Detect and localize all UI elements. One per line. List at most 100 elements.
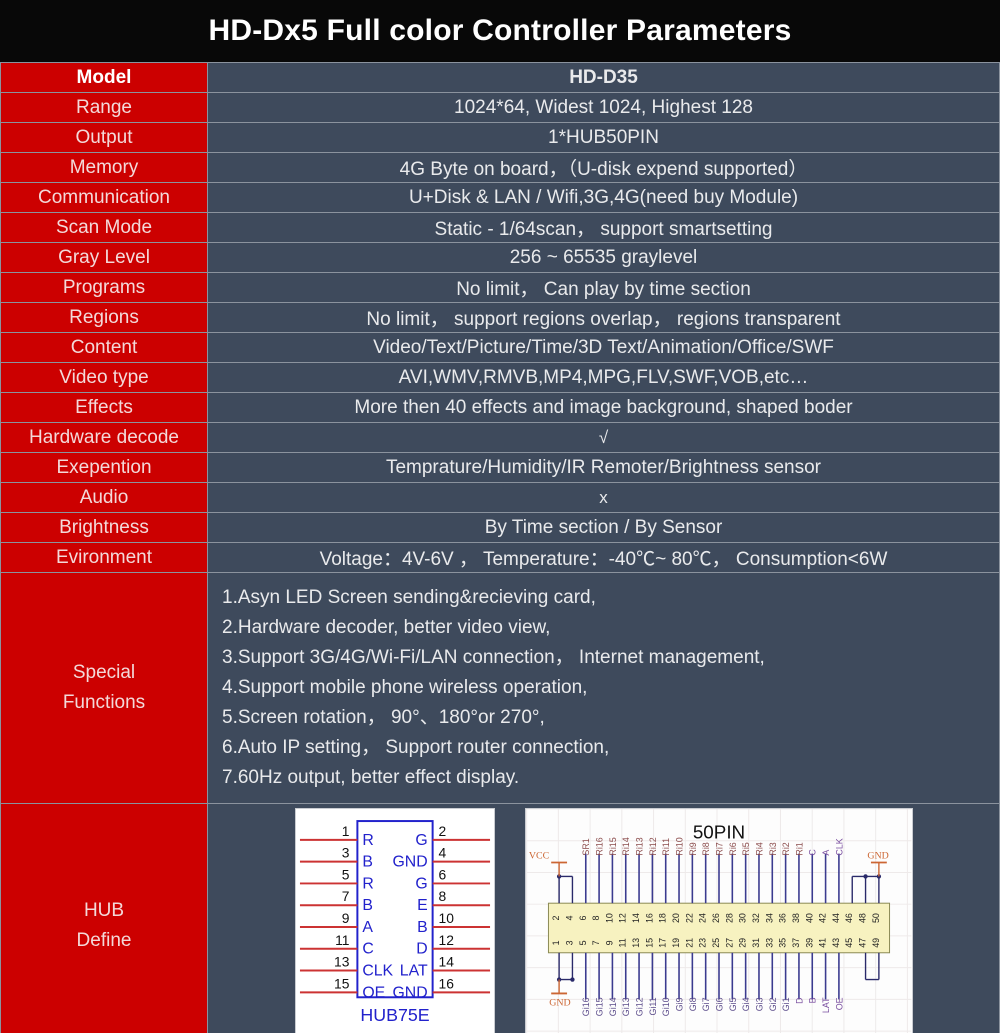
hub50pin-even-number: 16	[644, 913, 654, 923]
spec-label: Scan Mode	[0, 212, 208, 243]
hub50pin-caption: 50PIN	[692, 822, 744, 843]
spec-value: Voltage：4V-6V ， Temperature：-40℃~ 80℃， C…	[207, 542, 1000, 573]
hub50pin-top-label: Ri13	[634, 837, 644, 855]
special-functions-row: Special Functions 1.Asyn LED Screen sendin…	[0, 572, 1000, 804]
hub50pin-even-number: 12	[617, 913, 627, 923]
spec-value: 4G Byte on board，（U-disk expend supporte…	[207, 152, 1000, 183]
hub50pin-bottom-label: Gi10	[661, 997, 671, 1016]
spec-value: HD-D35	[207, 62, 1000, 93]
hub50pin-odd-number: 29	[737, 938, 747, 948]
hub50pin-odd-number: 21	[684, 938, 694, 948]
table-row: Scan Mode Static - 1/64scan， support smar…	[0, 212, 1000, 243]
hub50pin-even-number: 10	[604, 913, 614, 923]
hub-define-label: HUB Define	[0, 803, 208, 1033]
hub50pin-top-label: Ri2	[781, 842, 791, 855]
hub50pin-top-label: Ri10	[674, 837, 684, 855]
spec-label: Communication	[0, 182, 208, 213]
hub50pin-top-label: Ri5	[741, 842, 751, 855]
spec-value: 1*HUB50PIN	[207, 122, 1000, 153]
hub75e-right-pin-label: G	[415, 832, 427, 849]
hub50pin-gnd-bottom-label: GND	[549, 997, 570, 1008]
spec-label: Video type	[0, 362, 208, 393]
hub50pin-gnd-top-label: GND	[867, 851, 888, 862]
hub75e-left-pin-label: R	[362, 875, 373, 892]
hub50pin-bottom-label: OE	[834, 997, 844, 1010]
controller-parameters-page: HD-Dx5 Full color Controller Parameters …	[0, 0, 1000, 1033]
table-row: Output 1*HUB50PIN	[0, 122, 1000, 153]
hub50pin-bottom-label: Gi4	[741, 997, 751, 1011]
hub75e-right-pin-number: 16	[438, 975, 454, 991]
hub50pin-odd-number: 43	[830, 938, 840, 948]
hub75e-left-pin-number: 11	[335, 932, 350, 948]
spec-value: Video/Text/Picture/Time/3D Text/Animatio…	[207, 332, 1000, 363]
special-functions-item: 1.Asyn LED Screen sending&recieving card…	[222, 587, 596, 608]
hub50pin-odd-number: 41	[817, 938, 827, 948]
hub75e-left-pin-number: 3	[341, 845, 349, 861]
hub75e-right-pin-number: 12	[438, 932, 454, 948]
hub50pin-odd-number: 49	[870, 938, 880, 948]
hub50pin-even-number: 26	[711, 913, 721, 923]
hub50pin-bottom-label: B	[807, 997, 817, 1003]
hub50pin-diagram: 50PIN21436587109121114131615181720192221…	[524, 808, 913, 1033]
table-row: Range 1024*64, Widest 1024, Highest 128	[0, 92, 1000, 123]
hub50pin-odd-number: 3	[564, 940, 574, 945]
hub50pin-odd-number: 39	[804, 938, 814, 948]
hub50pin-odd-number: 25	[711, 938, 721, 948]
table-row: Model HD-D35	[0, 62, 1000, 93]
spec-value: 256 ~ 65535 graylevel	[207, 242, 1000, 273]
special-functions-item: 6.Auto IP setting， Support router connec…	[222, 737, 610, 758]
hub50pin-bottom-label: Gi15	[594, 997, 604, 1016]
table-row: Audio x	[0, 482, 1000, 513]
special-functions-list: 1.Asyn LED Screen sending&recieving card…	[207, 572, 1000, 804]
hub50pin-bottom-label: Gi11	[647, 997, 657, 1015]
special-functions-item: 5.Screen rotation， 90°、180°or 270°,	[222, 707, 545, 728]
hub50pin-even-number: 50	[870, 913, 880, 923]
spec-label: Audio	[0, 482, 208, 513]
table-row: Memory 4G Byte on board，（U-disk expend su…	[0, 152, 1000, 183]
hub-define-row: HUB Define 1 R 2 G 3 B 4 GND 5 R 6 G 7 B 8 E 9 A 10 B 11 C 12 D 13…	[0, 803, 1000, 1033]
hub50pin-top-label: Ri16	[594, 837, 604, 855]
hub50pin-even-number: 28	[724, 913, 734, 923]
spec-label: Gray Level	[0, 242, 208, 273]
hub50pin-bottom-label: Gi6	[714, 997, 724, 1011]
spec-value: x	[207, 482, 1000, 513]
hub50pin-even-number: 42	[817, 913, 827, 923]
hub50pin-odd-number: 7	[591, 940, 601, 945]
hub50pin-even-number: 46	[844, 913, 854, 923]
hub75e-right-pin-number: 14	[438, 954, 454, 970]
hub50pin-even-number: 38	[790, 913, 800, 923]
hub50pin-even-number: 48	[857, 913, 867, 923]
spec-label: Model	[0, 62, 208, 93]
hub75e-right-pin-label: E	[417, 897, 428, 914]
page-title: HD-Dx5 Full color Controller Parameters	[208, 14, 792, 47]
table-row: Hardware decode √	[0, 422, 1000, 453]
hub50pin-top-label: Ri11	[661, 838, 671, 856]
hub50pin-top-label: Ri6	[727, 842, 737, 855]
hub75e-left-pin-number: 7	[341, 888, 349, 904]
hub50pin-top-label: CLK	[834, 838, 844, 855]
hub50pin-even-number: 30	[737, 913, 747, 923]
hub50pin-even-number: 8	[591, 916, 601, 921]
table-row: Regions No limit， support regions overlap…	[0, 302, 1000, 333]
spec-value: U+Disk & LAN / Wifi,3G,4G(need buy Modul…	[207, 182, 1000, 213]
hub50pin-odd-number: 47	[857, 938, 867, 948]
hub50pin-even-number: 20	[671, 913, 681, 923]
spec-label: Memory	[0, 152, 208, 183]
table-row: Programs No limit， Can play by time secti…	[0, 272, 1000, 303]
hub50pin-bottom-label: Gi5	[727, 997, 737, 1011]
spec-value: Static - 1/64scan， support smartsetting	[207, 212, 1000, 243]
spec-value: No limit， Can play by time section	[207, 272, 1000, 303]
special-functions-item: 3.Support 3G/4G/Wi-Fi/LAN connection， In…	[222, 647, 765, 668]
hub50pin-bottom-label: Gi12	[634, 997, 644, 1016]
hub75e-right-pin-number: 10	[438, 910, 454, 926]
hub50pin-top-label: Ri12	[647, 837, 657, 855]
hub75e-left-pin-label: OE	[362, 984, 385, 1001]
hub50pin-odd-number: 17	[657, 938, 667, 948]
table-row: Exepention Temprature/Humidity/IR Remoter…	[0, 452, 1000, 483]
hub50pin-odd-number: 23	[697, 938, 707, 948]
hub75e-right-pin-number: 2	[438, 823, 446, 839]
table-row: Effects More then 40 effects and image ba…	[0, 392, 1000, 423]
spec-label: Evironment	[0, 542, 208, 573]
hub75e-left-pin-label: CLK	[362, 963, 393, 980]
special-functions-label-line1: Special	[72, 662, 136, 683]
